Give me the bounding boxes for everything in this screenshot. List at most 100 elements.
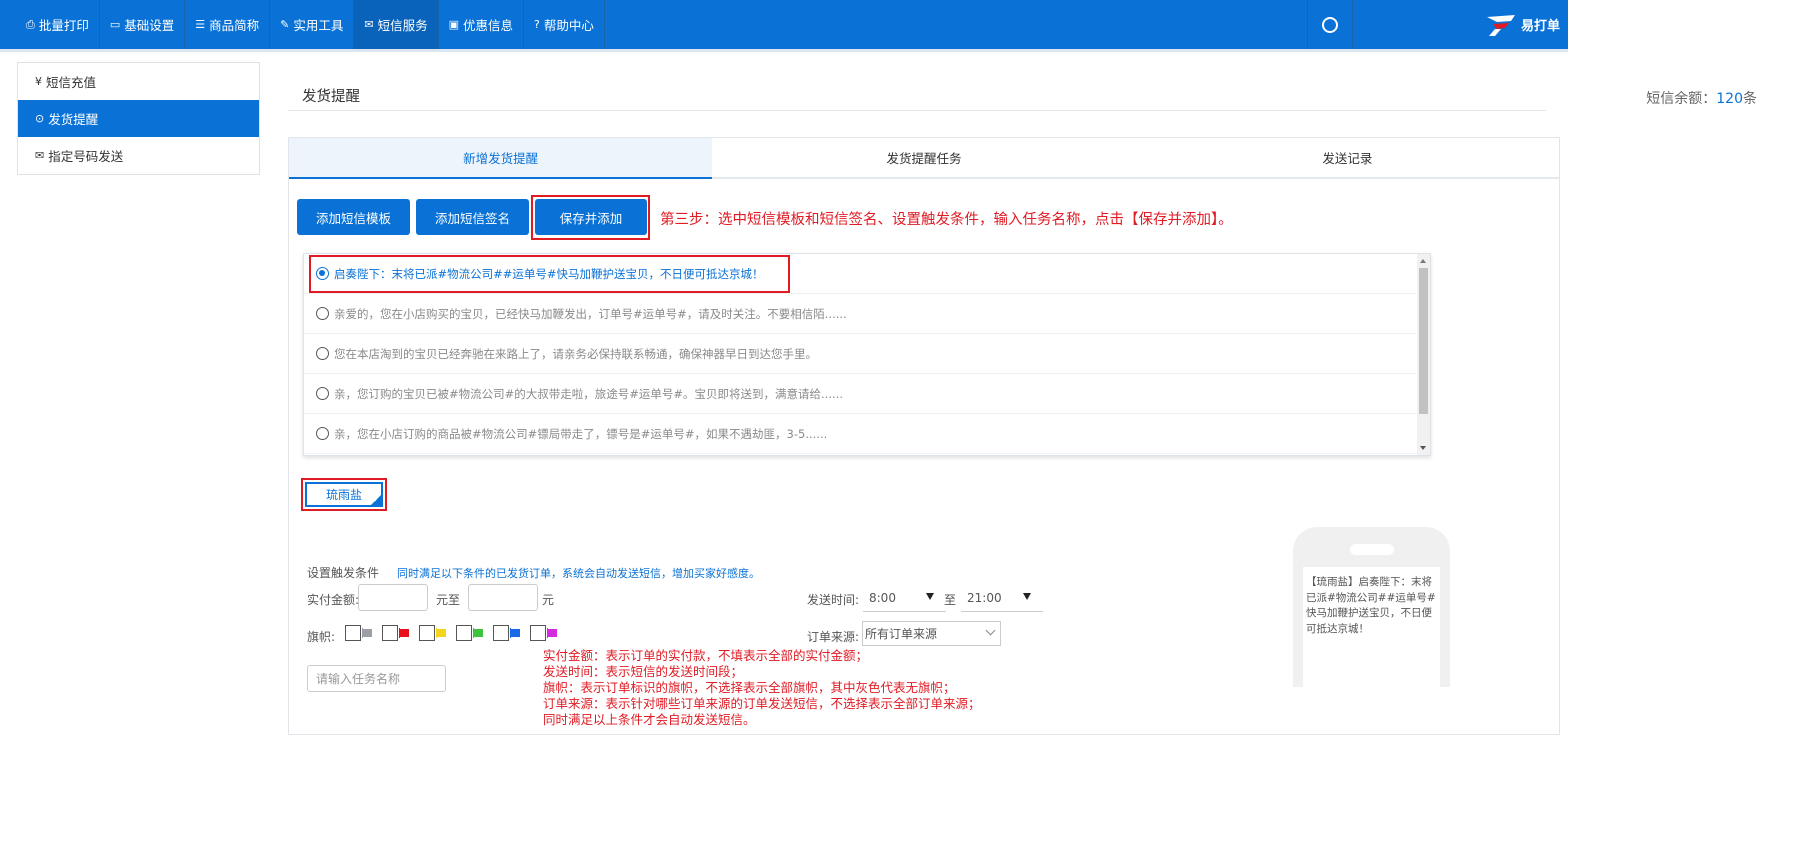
tab-reminder-tasks[interactable]: 发货提醒任务 (712, 138, 1135, 177)
time-to-select[interactable]: 21:00 (961, 585, 1043, 612)
monitor-icon: ▭ (109, 18, 121, 31)
flag-option[interactable] (530, 625, 557, 641)
nav-item-help[interactable]: ? 帮助中心 (524, 0, 604, 49)
template-text: 亲爱的，您在小店购买的宝贝，已经快马加鞭发出，订单号#运单号#，请及时关注。不要… (334, 306, 847, 321)
page-title: 发货提醒 (302, 89, 360, 105)
checkbox[interactable] (419, 625, 435, 641)
tab-send-records[interactable]: 发送记录 (1136, 138, 1559, 177)
nav-label: 帮助中心 (543, 18, 594, 33)
highlight-box (301, 478, 387, 511)
phone-speaker (1350, 544, 1394, 555)
amount-label: 实付金额: (307, 593, 360, 607)
scrollbar[interactable] (1417, 254, 1430, 455)
highlight-box (531, 195, 650, 240)
flag-option[interactable] (345, 625, 372, 641)
balance-value: 120 (1716, 91, 1743, 107)
flag-option[interactable] (493, 625, 520, 641)
nav-item-product-abbr[interactable]: ☰ 商品简称 (185, 0, 269, 49)
nav-right: 易打单 (1306, 0, 1568, 49)
mail-icon: ✉ (364, 18, 374, 31)
radio-button[interactable] (316, 387, 329, 400)
time-to-value: 21:00 (967, 591, 1002, 605)
nav-item-basic-settings[interactable]: ▭ 基础设置 (100, 0, 184, 49)
checkbox[interactable] (493, 625, 509, 641)
highlight-box (309, 255, 790, 293)
note-line: 发送时间：表示短信的发送时间段； (543, 664, 744, 679)
chevron-down-icon (985, 625, 996, 636)
order-source-select[interactable]: 所有订单来源 (862, 621, 1001, 646)
order-source-value: 所有订单来源 (865, 627, 938, 641)
flag-green-icon (473, 628, 483, 638)
amount-unit-label: 元 (542, 593, 555, 607)
nav-label: 实用工具 (293, 18, 344, 33)
amount-max-input[interactable] (468, 584, 538, 611)
note-line: 订单来源：表示针对哪些订单来源的订单发送短信，不选择表示全部订单来源； (543, 696, 981, 711)
title-divider (288, 110, 1546, 111)
sidebar-item-sms-recharge[interactable]: ¥ 短信充值 (18, 63, 259, 100)
sidebar-item-shipping-reminder[interactable]: ⊙ 发货提醒 (18, 100, 259, 137)
send-time-label: 发送时间: (807, 593, 860, 607)
scroll-up-icon[interactable] (1420, 259, 1426, 263)
add-signature-button[interactable]: 添加短信签名 (416, 199, 529, 235)
balance-prefix: 短信余额： (1646, 91, 1717, 107)
flag-purple-icon (547, 628, 557, 638)
nav-divider (603, 0, 605, 49)
radio-button[interactable] (316, 307, 329, 320)
task-name-input[interactable]: 请输入任务名称 (307, 665, 446, 692)
checkbox[interactable] (456, 625, 472, 641)
mail-icon: ✉ (35, 149, 45, 162)
balance-suffix: 条 (1743, 91, 1757, 107)
radio-button[interactable] (316, 347, 329, 360)
print-icon: ⎙ (26, 17, 35, 31)
list-icon: ☰ (195, 18, 206, 31)
brand-logo: 易打单 (1353, 13, 1568, 37)
nav-item-tools[interactable]: ✎ 实用工具 (270, 0, 353, 49)
time-from-select[interactable]: 8:00 (863, 585, 946, 612)
nav-label: 商品简称 (209, 18, 260, 33)
checkbox[interactable] (382, 625, 398, 641)
annotation-notes: 实付金额：表示订单的实付款，不填表示全部的实付金额； 发送时间：表示短信的发送时… (543, 648, 981, 728)
add-template-button[interactable]: 添加短信模板 (297, 199, 410, 235)
flag-blue-icon (510, 628, 520, 638)
conditions-hint: 同时满足以下条件的已发货订单，系统会自动发送短信，增加买家好感度。 (397, 567, 760, 580)
step-instruction: 第三步：选中短信模板和短信签名、设置触发条件，输入任务名称，点击【保存并添加】。 (660, 212, 1233, 228)
help-icon: ? (534, 18, 540, 31)
dropdown-arrow-icon (926, 593, 934, 600)
flag-gray-icon (362, 628, 372, 638)
time-from-value: 8:00 (869, 591, 896, 605)
checkbox[interactable] (530, 625, 546, 641)
sidebar-item-send-to-number[interactable]: ✉ 指定号码发送 (18, 137, 259, 174)
clock-icon: ⊙ (35, 112, 45, 125)
flag-label: 旗帜: (307, 630, 336, 644)
flag-option[interactable] (419, 625, 446, 641)
template-text: 您在本店淘到的宝贝已经奔驰在来路上了，请亲务必保持联系畅通，确保神器早日到达您手… (334, 346, 817, 361)
list-item[interactable]: 亲爱的，您在小店购买的宝贝，已经快马加鞭发出，订单号#运单号#，请及时关注。不要… (304, 294, 1418, 334)
list-item[interactable]: 亲，您在小店订购的商品被#物流公司#镖局带走了，镖号是#运单号#，如果不遇劫匪，… (304, 414, 1418, 454)
task-name-placeholder: 请输入任务名称 (316, 672, 401, 686)
nav-item-batch-print[interactable]: ⎙ 批量打印 (16, 0, 99, 49)
scroll-down-icon[interactable] (1420, 446, 1426, 450)
nav-item-promotions[interactable]: ▣ 优惠信息 (439, 0, 523, 49)
amount-mid-label: 元至 (436, 593, 461, 607)
scroll-thumb[interactable] (1419, 268, 1428, 414)
flag-filters (345, 625, 567, 641)
flag-red-icon (399, 628, 409, 638)
yen-icon: ¥ (35, 75, 42, 88)
user-account-icon[interactable] (1306, 0, 1353, 49)
note-line: 实付金额：表示订单的实付款，不填表示全部的实付金额； (543, 648, 869, 663)
flag-option[interactable] (456, 625, 483, 641)
note-line: 同时满足以上条件才会自动发送短信。 (543, 712, 756, 727)
nav-label: 短信服务 (377, 18, 428, 33)
amount-min-input[interactable] (358, 584, 428, 611)
nav-item-sms-service[interactable]: ✉ 短信服务 (354, 0, 438, 49)
sidebar-item-label: 指定号码发送 (48, 149, 124, 164)
flag-option[interactable] (382, 625, 409, 641)
checkbox[interactable] (345, 625, 361, 641)
template-text: 亲，您订购的宝贝已被#物流公司#的大叔带走啦，旅途号#运单号#。宝贝即将送到，满… (334, 386, 843, 401)
list-item[interactable]: 亲，您订购的宝贝已被#物流公司#的大叔带走啦，旅途号#运单号#。宝贝即将送到，满… (304, 374, 1418, 414)
list-item[interactable]: 您在本店淘到的宝贝已经奔驰在来路上了，请亲务必保持联系畅通，确保神器早日到达您手… (304, 334, 1418, 374)
navbar-shadow (0, 49, 1568, 52)
tab-new-reminder[interactable]: 新增发货提醒 (289, 138, 713, 179)
radio-button[interactable] (316, 427, 329, 440)
sidebar-item-label: 短信充值 (46, 75, 97, 90)
